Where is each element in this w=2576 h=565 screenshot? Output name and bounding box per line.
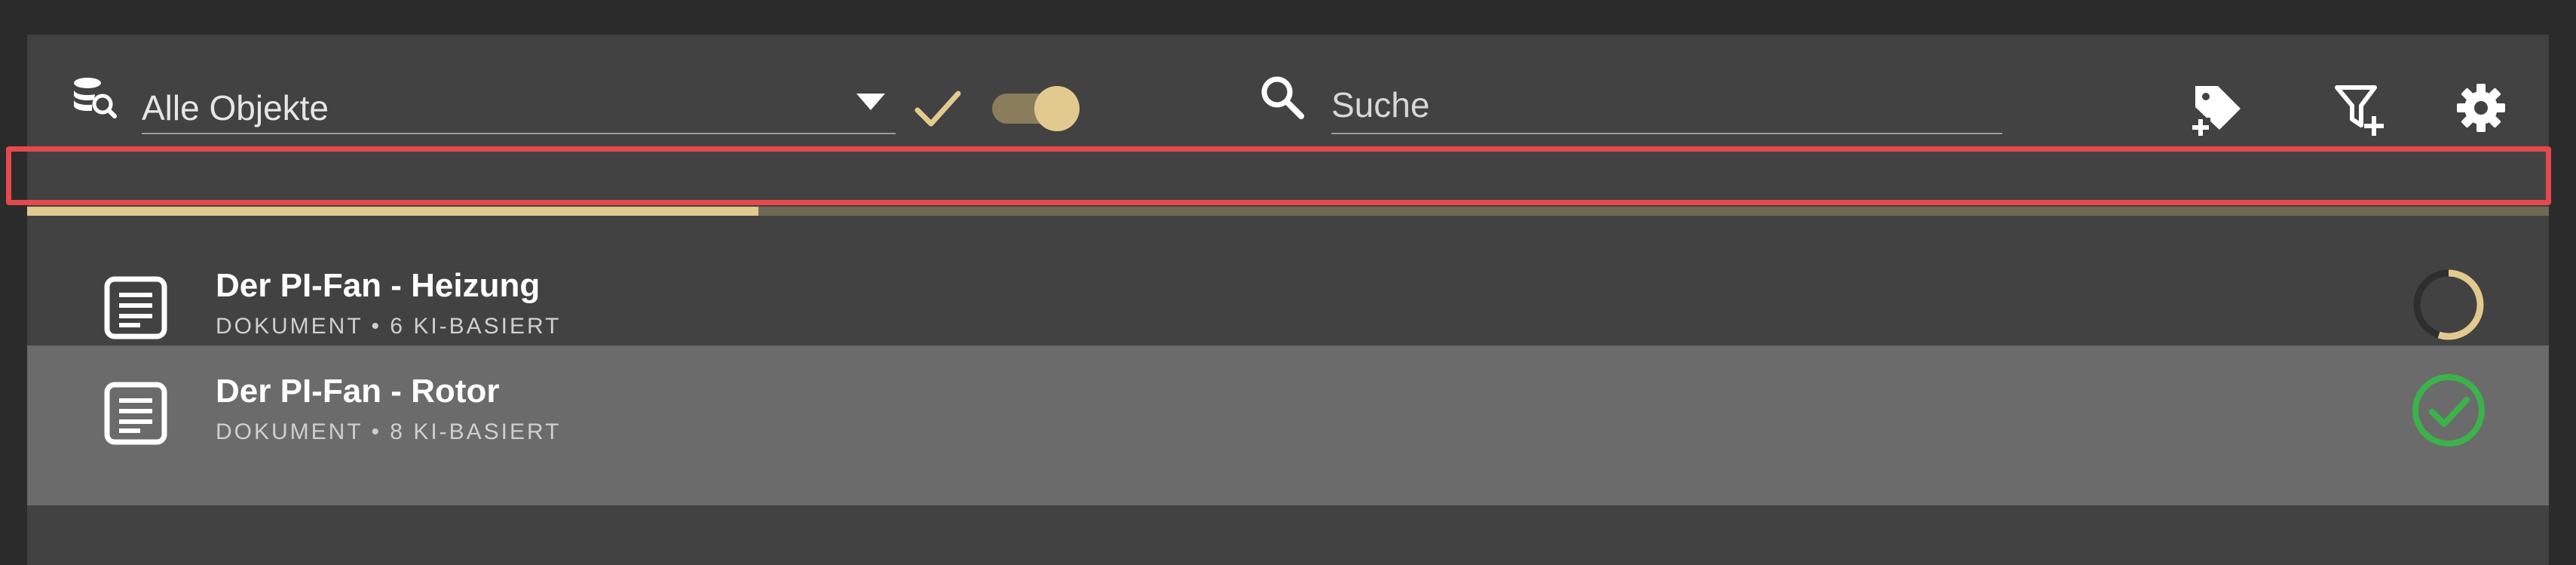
database-search-icon xyxy=(74,78,117,118)
toggle-thumb xyxy=(1034,86,1080,131)
document-icon xyxy=(104,276,167,339)
checkmark-icon[interactable] xyxy=(914,89,961,130)
object-filter-selected: Alle Objekte xyxy=(142,88,329,127)
check-circle-icon xyxy=(2412,374,2485,447)
item-title: Der PI-Fan - Rotor xyxy=(216,373,500,410)
item-title: Der PI-Fan - Heizung xyxy=(216,267,541,304)
progress-bar xyxy=(27,207,2549,216)
item-meta: DOKUMENT • 6 KI-BASIERT xyxy=(216,314,562,339)
list-empty-area xyxy=(27,505,2549,565)
caret-down-icon xyxy=(856,94,885,110)
filter-toggle[interactable] xyxy=(992,86,1083,131)
list-item[interactable]: Der PI-Fan - Rotor DOKUMENT • 8 KI-BASIE… xyxy=(27,345,2549,505)
filter-plus-icon[interactable] xyxy=(2334,81,2391,139)
progress-spinner-icon xyxy=(2413,269,2484,340)
tag-plus-icon[interactable] xyxy=(2189,81,2247,139)
progress-highlight-box xyxy=(6,146,2551,205)
gear-icon[interactable] xyxy=(2455,81,2507,134)
search-field xyxy=(1331,74,2002,134)
document-icon xyxy=(104,382,167,445)
app-panel: Alle Objekte Suche Der PI-Fan - Heizung … xyxy=(27,35,2549,565)
toolbar: Alle Objekte xyxy=(27,35,2549,148)
search-input[interactable] xyxy=(1331,81,2002,128)
item-meta: DOKUMENT • 8 KI-BASIERT xyxy=(216,419,562,444)
object-filter-dropdown[interactable]: Alle Objekte xyxy=(142,74,896,134)
search-icon xyxy=(1261,76,1304,119)
progress-fill xyxy=(27,207,759,216)
